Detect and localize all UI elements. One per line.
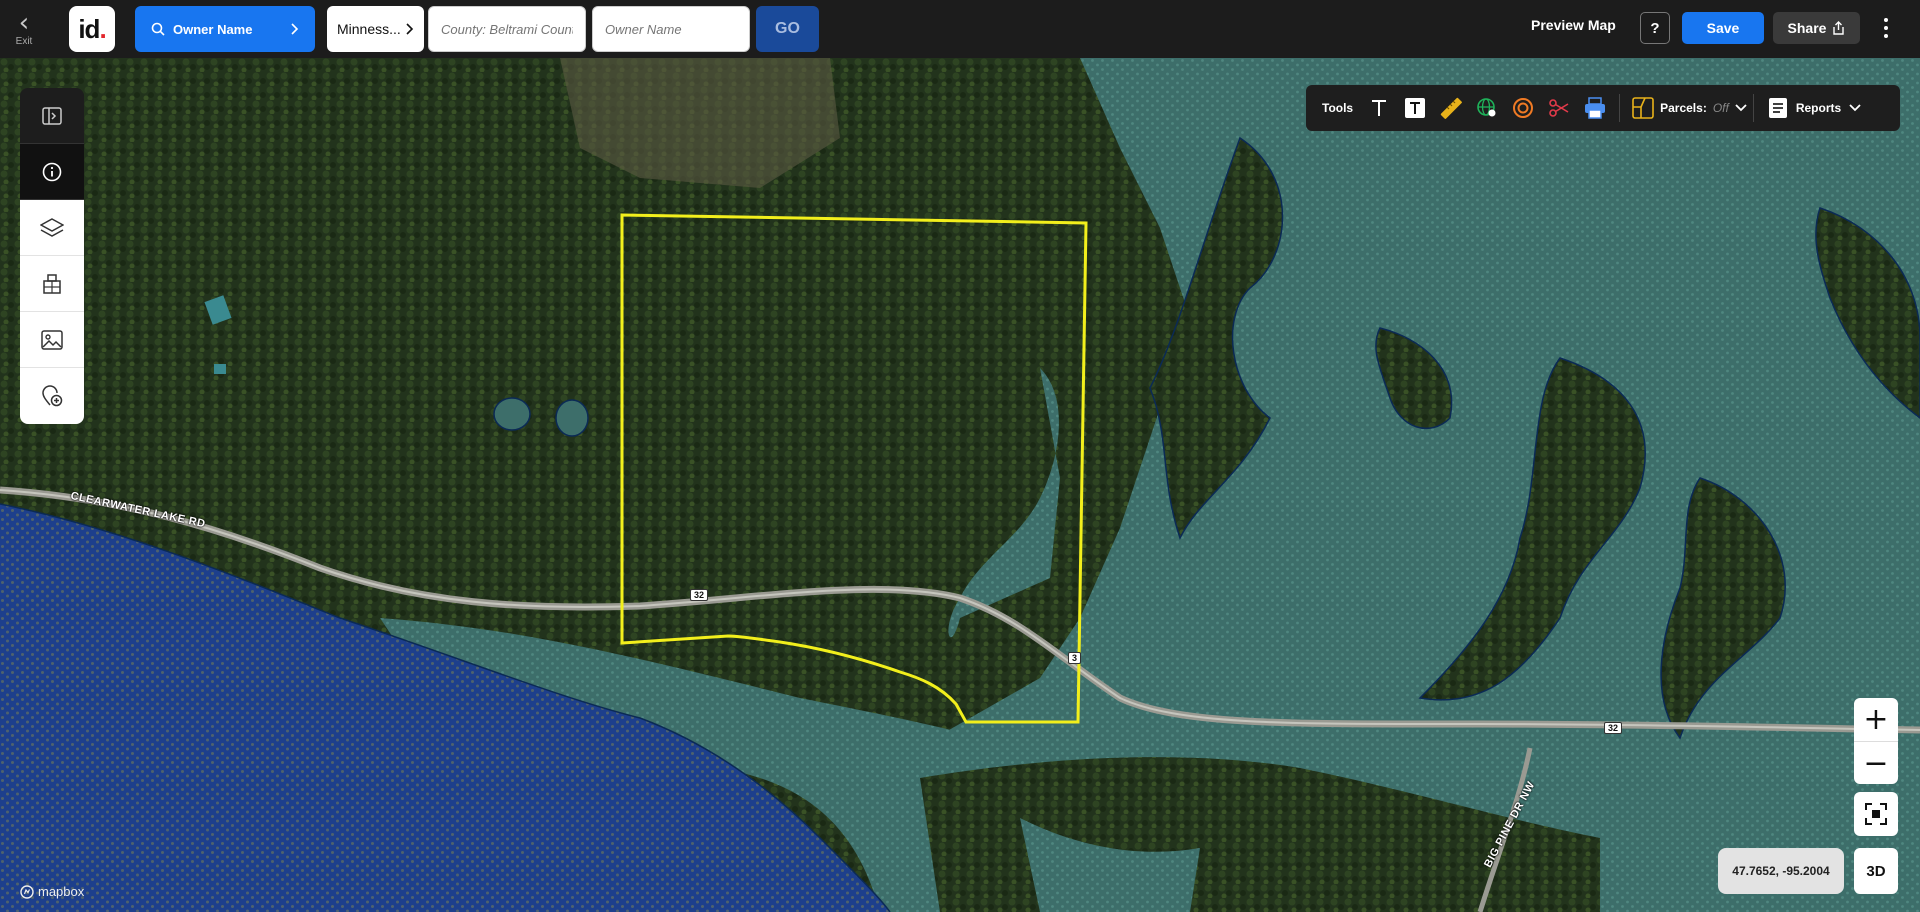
fit-extent-icon [1865, 803, 1887, 825]
tools-label: Tools [1322, 101, 1354, 115]
text-tool-icon [1372, 100, 1387, 116]
chevron-down-icon [1849, 104, 1861, 112]
split-button[interactable] [1541, 90, 1577, 126]
route-shield: 32 [1604, 722, 1623, 734]
mapbox-attribution-text: mapbox [38, 884, 85, 899]
mapbox-attribution[interactable]: mapbox [20, 884, 84, 899]
state-select-label: Minness... [337, 21, 401, 37]
app-logo[interactable]: id. [69, 6, 115, 52]
sidebar-expand-button[interactable] [20, 88, 84, 144]
exit-button[interactable]: ‹ Exit [0, 0, 48, 58]
zoom-controls: + − [1854, 698, 1898, 784]
map-canvas[interactable]: CLEARWATER LAKE RD BIG PINE DR NW 32 3 3… [0, 58, 1920, 912]
chevron-right-icon [406, 23, 414, 35]
reports-label: Reports [1795, 101, 1842, 115]
imagery-button[interactable] [20, 312, 84, 368]
preview-map-button[interactable]: Preview Map [1531, 17, 1616, 33]
print-icon [1585, 97, 1606, 119]
search-type-label: Owner Name [173, 21, 253, 37]
parcels-label: Parcels: [1660, 101, 1707, 115]
radius-circle-icon [1513, 98, 1534, 118]
chevron-left-icon: ‹ [18, 7, 30, 38]
radius-button[interactable] [1505, 90, 1541, 126]
more-menu-icon[interactable] [1878, 14, 1894, 42]
print-button[interactable] [1577, 90, 1613, 126]
reports-button[interactable]: Reports [1768, 97, 1861, 119]
left-panel-top [20, 88, 84, 200]
go-button[interactable]: GO [756, 6, 819, 52]
text-box-tool-button[interactable] [1397, 90, 1433, 126]
reports-icon [1768, 98, 1787, 118]
buildings-button[interactable] [20, 256, 84, 312]
route-shield: 3 [1068, 652, 1082, 664]
chevron-down-icon [1735, 104, 1747, 112]
satellite-imagery [0, 58, 1920, 912]
info-button[interactable] [20, 144, 84, 200]
help-button[interactable]: ? [1640, 12, 1670, 44]
coordinates-readout: 47.7652, -95.2004 [1718, 848, 1844, 894]
county-input[interactable] [428, 6, 586, 52]
state-select[interactable]: Minness... [327, 6, 424, 52]
route-shield: 32 [690, 589, 709, 601]
info-icon [42, 162, 62, 181]
share-label: Share [1787, 20, 1827, 36]
parcels-toggle[interactable]: Parcels: Off [1632, 97, 1747, 119]
left-tool-panel [20, 88, 84, 438]
add-location-button[interactable] [20, 368, 84, 424]
globe-pin-button[interactable] [1469, 90, 1505, 126]
search-icon [151, 22, 165, 36]
share-icon [1833, 21, 1845, 35]
parcels-state: Off [1712, 101, 1729, 115]
toolbar-divider [1752, 94, 1754, 122]
layers-icon [40, 217, 64, 237]
fit-extent-button[interactable] [1854, 792, 1898, 836]
measure-button[interactable] [1433, 90, 1469, 126]
share-button[interactable]: Share [1773, 12, 1860, 44]
exit-label: Exit [15, 35, 33, 47]
building-icon [43, 273, 61, 294]
zoom-in-button[interactable]: + [1854, 698, 1898, 741]
left-panel-tools [20, 200, 84, 424]
mapbox-logo-icon [20, 884, 34, 899]
map-toolbar: Tools Parcels: Off Reports [1306, 85, 1900, 131]
add-location-icon [42, 385, 63, 407]
text-box-tool-icon [1405, 98, 1426, 118]
search-type-button[interactable]: Owner Name [135, 6, 315, 52]
view-3d-button[interactable]: 3D [1854, 848, 1898, 894]
toolbar-divider [1619, 94, 1621, 122]
save-button[interactable]: Save [1682, 12, 1764, 44]
parcel-layer-icon [1632, 97, 1654, 119]
zoom-out-button[interactable]: − [1854, 741, 1898, 784]
logo-text: id. [78, 13, 106, 44]
text-tool-button[interactable] [1361, 90, 1397, 126]
globe-pin-icon [1477, 98, 1496, 117]
measure-ruler-icon [1440, 97, 1463, 119]
scissors-icon [1549, 99, 1569, 117]
sidebar-expand-icon [42, 106, 62, 125]
chevron-right-icon [291, 23, 299, 35]
owner-name-input[interactable] [592, 6, 750, 52]
layers-button[interactable] [20, 200, 84, 256]
image-icon [41, 329, 63, 350]
top-bar: ‹ Exit id. Owner Name Minness... GO Prev… [0, 0, 1920, 58]
